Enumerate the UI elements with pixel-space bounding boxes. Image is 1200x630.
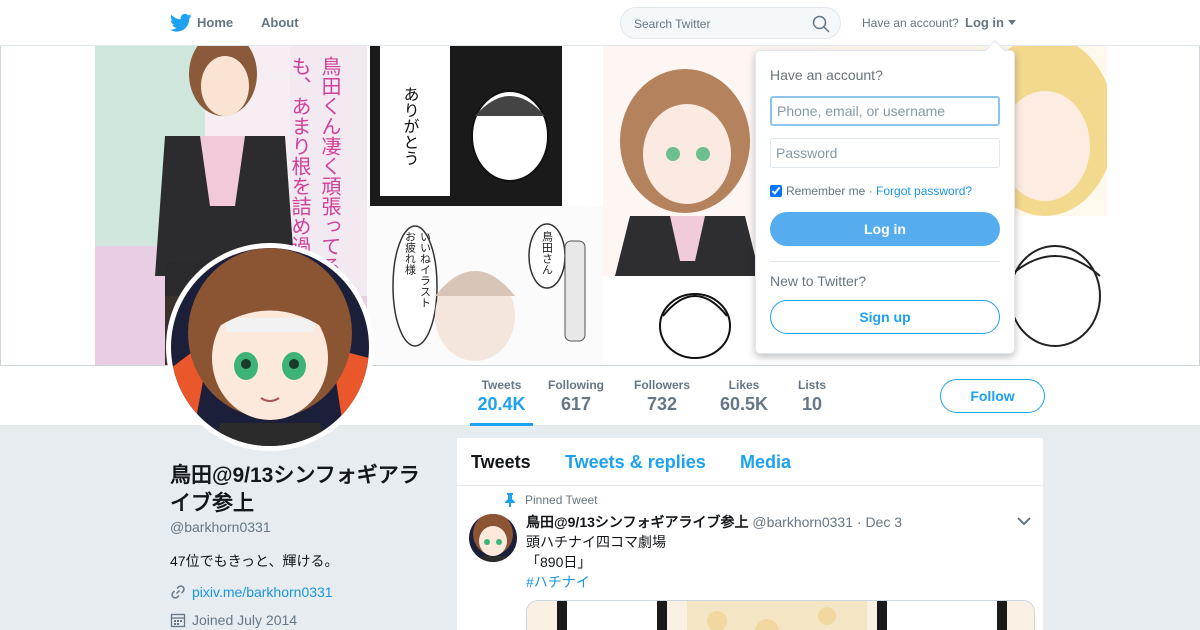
stat-value: 617 [560,394,592,414]
stat-label: Following [548,378,604,392]
forgot-password-link[interactable]: Forgot password? [876,184,972,198]
follow-button[interactable]: Follow [940,379,1045,413]
stat-label: Likes [728,378,760,392]
profile-joined: Joined July 2014 [170,612,297,628]
password-field[interactable] [770,138,1000,168]
avatar-image [171,248,369,446]
remember-me-checkbox[interactable] [770,185,782,197]
nav-home-link[interactable]: Home [197,15,233,30]
stat-value: 10 [801,394,823,414]
banner-vertical-text: ありがとう [401,86,420,166]
tweet-text-line: 「890日」 [526,554,592,570]
stat-value: 732 [646,394,678,414]
stat-label: Tweets [481,378,522,392]
username-field[interactable] [770,96,1000,126]
tab-tweets[interactable]: Tweets [471,452,531,473]
profile-link-text[interactable]: pixiv.me/barkhorn0331 [192,584,333,600]
stat-label: Followers [633,378,690,392]
login-button[interactable]: Log in [770,212,1000,246]
top-nav: Home About Search Twitter Have an accoun… [0,0,1200,46]
calendar-icon [170,613,186,628]
tweet-hashtag[interactable]: #ハチナイ [526,572,590,592]
timeline-tabs: Tweets Tweets & replies Media [457,438,1043,486]
login-dropdown-title: Have an account? [770,67,883,83]
pinned-label: Pinned Tweet [525,493,598,507]
profile-bio: 47位でもきっと、輝ける。 [170,553,339,569]
timeline: Tweets Tweets & replies Media Pinned Twe… [456,437,1044,630]
tweet-header: 鳥田@9/13シンフォギアライブ参上 @barkhorn0331 · Dec 3 [526,512,902,532]
new-to-twitter-text: New to Twitter? [770,273,867,289]
tweet-date[interactable]: · Dec 3 [857,514,902,530]
profile-avatar[interactable] [166,243,374,451]
tweet-media[interactable] [526,600,1035,630]
chevron-down-icon[interactable] [1017,516,1031,526]
login-dropdown-toggle[interactable]: Log in [965,15,1016,30]
profile-name[interactable]: 鳥田@9/13シンフォギアライブ参上 [170,462,440,518]
pin-icon [505,493,515,507]
search-input[interactable]: Search Twitter [620,7,841,39]
remember-row: Remember me · Forgot password? [770,184,972,198]
stat-label: Lists [797,378,826,392]
stat-following[interactable]: Following 617 [547,378,605,415]
nav-about-link[interactable]: About [261,15,299,30]
tweet-media-image [527,601,1034,630]
login-toggle-label: Log in [965,15,1004,30]
tweet-author-name[interactable]: 鳥田@9/13シンフォギアライブ参上 [526,514,748,530]
profile-website-link[interactable]: pixiv.me/barkhorn0331 [170,584,333,600]
have-account-text: Have an account? [862,16,959,30]
joined-text: Joined July 2014 [192,612,298,628]
banner-vertical-text: お疲れ様 [404,231,417,275]
search-placeholder: Search Twitter [634,17,711,31]
link-icon [171,585,185,599]
stat-likes[interactable]: Likes 60.5K [718,378,770,415]
caret-down-icon [1007,20,1016,25]
tab-tweets-replies[interactable]: Tweets & replies [565,452,706,473]
signup-button[interactable]: Sign up [770,300,1000,334]
remember-me-label[interactable]: Remember me [786,184,865,198]
stat-value: 60.5K [719,394,769,414]
stat-tweets[interactable]: Tweets 20.4K [470,378,533,426]
search-icon[interactable] [812,15,830,33]
stat-followers[interactable]: Followers 732 [632,378,692,415]
banner-vertical-text: 鳥田さん [541,230,554,275]
banner-vertical-text: いいねイラスト [419,231,432,308]
divider [770,261,1000,262]
stat-value: 20.4K [477,394,526,414]
tab-media[interactable]: Media [740,452,791,473]
tweet-avatar[interactable] [469,514,517,562]
tweet-text-line: 頭ハチナイ四コマ劇場 [526,534,666,550]
login-dropdown: Have an account? Remember me · Forgot pa… [755,40,1015,354]
tweet-author-handle[interactable]: @barkhorn0331 [752,514,853,530]
twitter-bird-icon[interactable] [170,13,192,33]
profile-handle[interactable]: @barkhorn0331 [170,519,271,535]
stat-lists[interactable]: Lists 10 [795,378,829,415]
